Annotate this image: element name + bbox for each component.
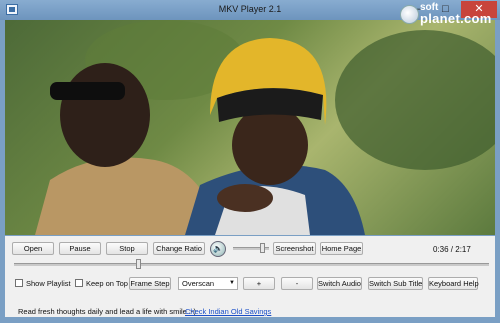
show-playlist-checkbox[interactable] — [15, 279, 23, 287]
watermark-globe-icon — [400, 5, 419, 24]
video-area[interactable] — [5, 20, 495, 235]
chevron-down-icon: ▼ — [229, 280, 235, 286]
scan-mode-value: Overscan — [182, 279, 215, 288]
keep-on-top-label: Keep on Top — [86, 279, 128, 288]
time-display: 0:36 / 2:17 — [433, 245, 471, 254]
status-message: Read fresh thoughts daily and lead a lif… — [18, 307, 197, 316]
watermark-logo: soft planet.com — [400, 2, 496, 27]
switch-subtitle-button[interactable]: Switch Sub Title — [368, 277, 423, 290]
minus-button[interactable]: - — [281, 277, 313, 290]
screenshot-button[interactable]: Screenshot — [273, 242, 316, 255]
keyboard-help-button[interactable]: Keyboard Help — [428, 277, 479, 290]
scan-mode-select[interactable]: Overscan ▼ — [178, 277, 238, 290]
open-button[interactable]: Open — [12, 242, 54, 255]
watermark-planet-text: planet.com — [420, 11, 492, 26]
seek-bar-track[interactable] — [14, 263, 489, 266]
control-panel: Open Pause Stop Change Ratio 🔈 Screensho… — [5, 236, 495, 317]
show-playlist-label: Show Playlist — [26, 279, 71, 288]
keep-on-top-checkbox[interactable] — [75, 279, 83, 287]
volume-slider-thumb[interactable] — [259, 243, 265, 253]
status-link[interactable]: Check Indian Old Savings — [185, 307, 271, 316]
pause-button[interactable]: Pause — [59, 242, 101, 255]
video-frame — [35, 20, 495, 235]
plus-button[interactable]: + — [243, 277, 275, 290]
seek-bar-thumb[interactable] — [135, 259, 141, 269]
stop-button[interactable]: Stop — [106, 242, 148, 255]
home-page-button[interactable]: Home Page — [320, 242, 363, 255]
frame-step-button[interactable]: Frame Step — [129, 277, 171, 290]
speaker-icon[interactable]: 🔈 — [210, 241, 226, 257]
switch-audio-button[interactable]: Switch Audio — [317, 277, 362, 290]
change-ratio-button[interactable]: Change Ratio — [153, 242, 205, 255]
